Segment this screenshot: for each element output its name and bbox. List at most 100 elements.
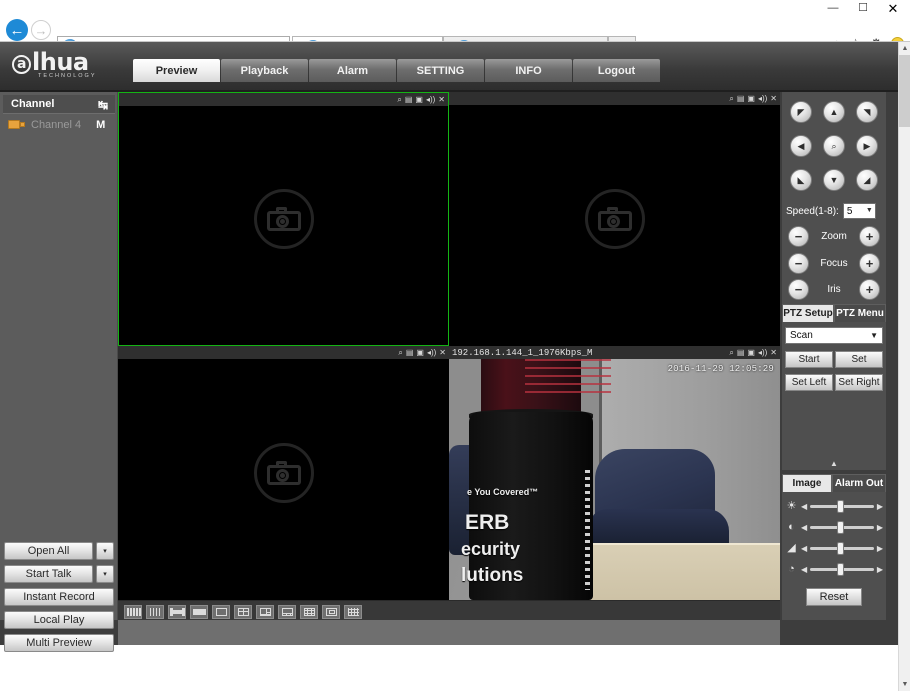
- ptz-left-button[interactable]: ◀: [790, 135, 812, 157]
- layout-13-icon[interactable]: [322, 605, 340, 619]
- layout-4-icon[interactable]: [234, 605, 252, 619]
- hue-increase-icon[interactable]: ▶: [877, 544, 883, 553]
- layout-9-icon[interactable]: [300, 605, 318, 619]
- zoom-plus-button[interactable]: +: [859, 226, 880, 247]
- nav-tab-logout[interactable]: Logout: [573, 59, 660, 82]
- brightness-decrease-icon[interactable]: ◀: [801, 502, 807, 511]
- audio-icon[interactable]: ◂)): [758, 95, 767, 103]
- brightness-slider[interactable]: [810, 505, 874, 508]
- iris-plus-button[interactable]: +: [859, 279, 880, 300]
- aspect-icon[interactable]: [190, 605, 208, 619]
- scroll-up-icon[interactable]: ▲: [899, 42, 910, 55]
- page-scrollbar[interactable]: ▲ ▼: [898, 42, 910, 691]
- open-all-dropdown-icon[interactable]: ▾: [96, 542, 114, 560]
- ptz-start-button[interactable]: Start: [785, 351, 833, 368]
- start-talk-dropdown-icon[interactable]: ▾: [96, 565, 114, 583]
- close-window-button[interactable]: ✕: [878, 0, 908, 17]
- nav-tab-setting[interactable]: SETTING: [397, 59, 484, 82]
- digital-zoom-icon[interactable]: ⌕: [397, 96, 401, 104]
- tab-ptz-setup[interactable]: PTZ Setup: [782, 304, 834, 322]
- camera-icon: [8, 119, 25, 130]
- ptz-set-button[interactable]: Set: [835, 351, 883, 368]
- video-panel-3[interactable]: ⌕ ▤ ▣ ◂)) ✕: [118, 346, 449, 600]
- scroll-down-icon[interactable]: ▼: [899, 678, 910, 691]
- back-button[interactable]: ←: [6, 19, 28, 41]
- open-all-button[interactable]: Open All: [4, 542, 93, 560]
- local-record-icon[interactable]: ▤: [737, 349, 745, 357]
- ptz-function-select[interactable]: Scan ▼: [785, 327, 883, 344]
- audio-icon[interactable]: ◂)): [426, 96, 435, 104]
- layout-1-icon[interactable]: [212, 605, 230, 619]
- ptz-down-right-button[interactable]: ◢: [856, 169, 878, 191]
- snapshot-icon[interactable]: ▣: [747, 349, 755, 357]
- local-record-icon[interactable]: ▤: [406, 349, 414, 357]
- stream-badge[interactable]: M: [96, 119, 105, 131]
- local-play-button[interactable]: Local Play: [4, 611, 114, 629]
- list-item[interactable]: Channel 4 M: [3, 117, 115, 132]
- instant-record-button[interactable]: Instant Record: [4, 588, 114, 606]
- layout-16-icon[interactable]: [344, 605, 362, 619]
- forward-button[interactable]: →: [31, 20, 51, 40]
- snapshot-icon[interactable]: ▣: [416, 349, 424, 357]
- video-panel-1[interactable]: ⌕ ▤ ▣ ◂)) ✕: [118, 92, 449, 346]
- fullscreen-icon[interactable]: [168, 605, 186, 619]
- fisheye-icon[interactable]: [146, 605, 164, 619]
- scrollbar-thumb[interactable]: [899, 55, 910, 127]
- ptz-down-left-button[interactable]: ◣: [790, 169, 812, 191]
- close-icon[interactable]: ✕: [770, 95, 777, 103]
- digital-zoom-icon[interactable]: ⌕: [729, 349, 733, 357]
- focus-plus-button[interactable]: +: [859, 253, 880, 274]
- digital-zoom-icon[interactable]: ⌕: [729, 95, 733, 103]
- refresh-icon[interactable]: ↹: [98, 98, 108, 112]
- video-panel-2[interactable]: ⌕ ▤ ▣ ◂)) ✕: [449, 92, 780, 346]
- audio-icon[interactable]: ◂)): [427, 349, 436, 357]
- nav-tab-playback[interactable]: Playback: [221, 59, 308, 82]
- ptz-right-button[interactable]: ▶: [856, 135, 878, 157]
- ptz-down-button[interactable]: ▼: [823, 169, 845, 191]
- local-record-icon[interactable]: ▤: [405, 96, 413, 104]
- reset-button[interactable]: Reset: [806, 588, 862, 606]
- snapshot-icon[interactable]: ▣: [747, 95, 755, 103]
- close-icon[interactable]: ✕: [438, 96, 445, 104]
- ptz-up-left-button[interactable]: ◤: [790, 101, 812, 123]
- ptz-set-left-button[interactable]: Set Left: [785, 374, 833, 391]
- ptz-up-right-button[interactable]: ◥: [856, 101, 878, 123]
- ptz-up-button[interactable]: ▲: [823, 101, 845, 123]
- ptz-collapse-toggle[interactable]: ▲: [782, 458, 886, 468]
- tab-ptz-menu[interactable]: PTZ Menu: [834, 304, 886, 322]
- close-icon[interactable]: ✕: [439, 349, 446, 357]
- tab-image[interactable]: Image: [782, 474, 832, 492]
- nav-tab-info[interactable]: INFO: [485, 59, 572, 82]
- contrast-decrease-icon[interactable]: ◀: [801, 523, 807, 532]
- saturation-slider[interactable]: [810, 568, 874, 571]
- local-record-icon[interactable]: ▤: [737, 95, 745, 103]
- ptz-set-right-button[interactable]: Set Right: [835, 374, 883, 391]
- focus-minus-button[interactable]: −: [788, 253, 809, 274]
- layout-6-icon[interactable]: [256, 605, 274, 619]
- ptz-speed-select[interactable]: 5 ▼: [843, 203, 876, 219]
- maximize-button[interactable]: ☐: [848, 0, 878, 17]
- close-icon[interactable]: ✕: [770, 349, 777, 357]
- multi-preview-button[interactable]: Multi Preview: [4, 634, 114, 652]
- snapshot-icon[interactable]: ▣: [415, 96, 423, 104]
- saturation-increase-icon[interactable]: ▶: [877, 565, 883, 574]
- digital-zoom-icon[interactable]: ⌕: [398, 349, 402, 357]
- zoom-minus-button[interactable]: −: [788, 226, 809, 247]
- nav-tab-alarm[interactable]: Alarm: [309, 59, 396, 82]
- audio-icon[interactable]: ◂)): [758, 349, 767, 357]
- iris-minus-button[interactable]: −: [788, 279, 809, 300]
- hue-slider[interactable]: [810, 547, 874, 550]
- start-talk-button[interactable]: Start Talk: [4, 565, 93, 583]
- tab-alarm-out[interactable]: Alarm Out: [832, 474, 886, 492]
- hue-decrease-icon[interactable]: ◀: [801, 544, 807, 553]
- minimize-button[interactable]: —: [818, 0, 848, 17]
- contrast-increase-icon[interactable]: ▶: [877, 523, 883, 532]
- video-quality-icon[interactable]: [124, 605, 142, 619]
- nav-tab-preview[interactable]: Preview: [133, 59, 220, 82]
- video-panel-4[interactable]: 192.168.1.144_1_1976Kbps_M ⌕ ▤ ▣ ◂)) ✕: [449, 346, 780, 600]
- layout-8-icon[interactable]: [278, 605, 296, 619]
- contrast-slider[interactable]: [810, 526, 874, 529]
- saturation-decrease-icon[interactable]: ◀: [801, 565, 807, 574]
- brightness-increase-icon[interactable]: ▶: [877, 502, 883, 511]
- ptz-position-zoom-button[interactable]: ⌕: [823, 135, 845, 157]
